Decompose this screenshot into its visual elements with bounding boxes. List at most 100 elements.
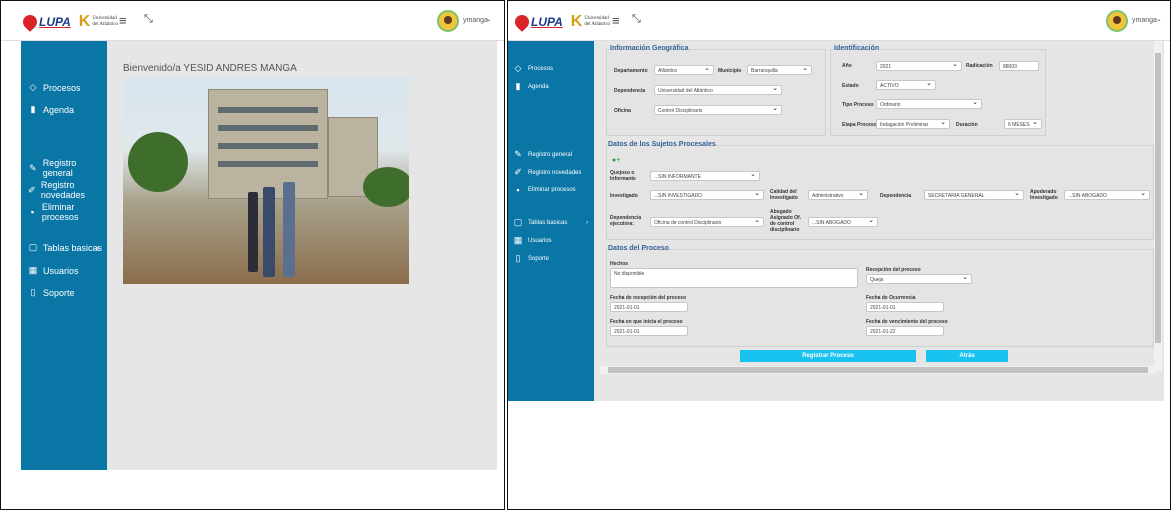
username[interactable]: ymanga <box>1132 17 1157 24</box>
diamond-icon: ◇ <box>29 82 37 92</box>
dep-ejecutora-select[interactable]: Oficina de control Disciplinario <box>650 217 764 227</box>
main-content: Bienvenido/a YESID ANDRES MANGA <box>107 41 497 470</box>
diamond-icon: ◇ <box>514 63 522 73</box>
edit-icon: ✎ <box>514 149 522 159</box>
sidebar-item-agenda[interactable]: ▮ Agenda <box>512 81 594 92</box>
quejoso-select[interactable]: ...SIN INFORMANTE <box>650 171 760 181</box>
add-user-icon[interactable]: ●+ <box>612 157 620 164</box>
book-icon: ▮ <box>30 104 36 114</box>
trash-icon: ▪ <box>516 185 520 195</box>
form-screenshot-panel: LUPA K Universidad del Atlántico ≡ ⤡ yma… <box>507 0 1171 510</box>
pin-icon <box>512 12 532 32</box>
dependencia-select[interactable]: Universidad del Atlántico <box>654 85 782 95</box>
sidebar-item-usuarios[interactable]: ▦ Usuarios <box>512 235 594 246</box>
file-icon: ▢ <box>28 242 38 252</box>
dependencia-investigado-label: Dependencia <box>880 193 912 199</box>
table-icon: ▦ <box>513 235 523 245</box>
departamento-select[interactable]: Atlántico <box>654 65 714 75</box>
sidebar-item-soporte[interactable]: ▯ Soporte <box>512 253 594 264</box>
dep-ejecutora-label: Dependencia ejecutora: <box>610 215 642 227</box>
sidebar-item-usuarios[interactable]: ▦ Usuarios <box>27 265 107 276</box>
menu-toggle-icon[interactable]: ≡ <box>612 13 620 28</box>
chevron-down-icon[interactable]: ⌄ <box>486 15 492 23</box>
sidebar-item-procesos[interactable]: ◇ Procesos <box>27 82 107 93</box>
sidebar-item-tablas-basicas[interactable]: ▢ Tablas basicas › <box>27 242 107 253</box>
municipio-label: Municipio <box>718 68 742 74</box>
sidebar-item-eliminar-procesos[interactable]: ▪ Eliminar procesos <box>512 185 594 195</box>
etapa-select[interactable]: Indagación Preliminar <box>876 119 950 129</box>
sidebar-item-registro-general[interactable]: ✎ Registro general <box>512 149 594 160</box>
quejoso-label: Quejoso o Informante <box>610 170 636 182</box>
sujetos-legend: Datos de los Sujetos Procesales <box>608 141 716 148</box>
chevron-right-icon: › <box>96 242 99 253</box>
fecha-vencimiento-label: Fecha de vencimiento del proceso <box>866 319 948 325</box>
tipo-label: Tipo Proceso <box>842 102 874 108</box>
fecha-vencimiento-input[interactable]: 2021-01-22 <box>866 326 944 336</box>
hechos-textarea[interactable]: No disponible <box>610 268 858 288</box>
anio-select[interactable]: 2021 <box>876 61 962 71</box>
geo-legend: Información Geográfica <box>610 45 689 52</box>
radicacion-input[interactable]: 88003 <box>999 61 1039 71</box>
sidebar-item-agenda[interactable]: ▮ Agenda <box>27 104 107 115</box>
oficina-select[interactable]: Control Disciplinario <box>654 105 782 115</box>
table-icon: ▦ <box>28 265 38 275</box>
edit-icon: ✎ <box>29 162 37 173</box>
scroll-thumb[interactable] <box>1155 53 1161 343</box>
sidebar-item-procesos[interactable]: ◇ Procesos <box>512 63 594 74</box>
calidad-select[interactable]: Administrativo <box>808 190 868 200</box>
avatar[interactable] <box>437 10 459 32</box>
etapa-label: Etapa Proceso <box>842 122 877 128</box>
app-logo: LUPA K Universidad del Atlántico <box>512 12 611 32</box>
fecha-recepcion-input[interactable]: 2021-01-01 <box>610 302 688 312</box>
sidebar-section-header <box>27 49 107 58</box>
sidebar-item-registro-general[interactable]: ✎ Registro general <box>27 158 107 178</box>
book-icon: ▮ <box>515 81 521 91</box>
university-logo: K Universidad del Atlántico <box>78 13 119 30</box>
duracion-select[interactable]: 6 MESES <box>1004 119 1042 129</box>
investigado-select[interactable]: ...SIN INVESTIGADO <box>650 190 764 200</box>
ident-legend: Identificación <box>834 45 880 52</box>
fecha-ocurrencia-input[interactable]: 2021-01-01 <box>866 302 944 312</box>
back-button[interactable]: Atrás <box>926 350 1008 362</box>
estado-select[interactable]: ACTIVO <box>876 80 936 90</box>
pin-icon <box>20 12 40 32</box>
horizontal-scrollbar[interactable] <box>600 366 1156 374</box>
collapse-icon[interactable]: ⤡ <box>144 13 153 26</box>
avatar[interactable] <box>1106 10 1128 32</box>
doc-icon: ▯ <box>515 253 521 263</box>
duracion-label: Duración <box>956 122 978 128</box>
collapse-icon[interactable]: ⤡ <box>632 13 641 26</box>
proceso-legend: Datos del Proceso <box>608 245 670 252</box>
username[interactable]: ymanga <box>463 17 488 24</box>
dependencia-investigado-select[interactable]: SECRETARIA GENERAL <box>924 190 1024 200</box>
campus-photo <box>123 77 409 284</box>
hechos-label: Hechos <box>610 261 629 267</box>
abogado-select[interactable]: ...SIN ABOGADO <box>808 217 878 227</box>
chevron-down-icon[interactable]: ⌄ <box>1156 15 1162 23</box>
sidebar-item-registro-novedades[interactable]: ✐ Registro novedades <box>512 167 594 178</box>
fecha-inicio-label: Fecha en que inicia el proceso <box>610 319 683 325</box>
recepcion-select[interactable]: Queja <box>866 274 972 284</box>
tipo-select[interactable]: Ordinario <box>876 99 982 109</box>
register-button[interactable]: Registrar Proceso <box>740 350 916 362</box>
fecha-inicio-input[interactable]: 2021-01-01 <box>610 326 688 336</box>
home-screenshot-panel: LUPA K Universidad del Atlántico ≡ ⤡ yma… <box>0 0 505 510</box>
sidebar-item-tablas-basicas[interactable]: ▢ Tablas basicas › <box>512 217 594 228</box>
doc-icon: ▯ <box>30 287 36 297</box>
app-logo: LUPA K Universidad del Atlántico <box>20 12 119 32</box>
sidebar-item-registro-novedades[interactable]: ✐ Registro novedades <box>27 180 107 200</box>
apoderado-label: Apoderado Investigado <box>1030 189 1058 201</box>
recepcion-label: Recepción del proceso <box>866 267 921 273</box>
trash-icon: ▪ <box>30 207 35 217</box>
scroll-thumb[interactable] <box>608 367 1148 373</box>
university-logo: K Universidad del Atlántico <box>570 13 611 30</box>
sidebar-item-eliminar-procesos[interactable]: ▪ Eliminar procesos <box>27 202 107 222</box>
anio-label: Año <box>842 63 852 69</box>
menu-toggle-icon[interactable]: ≡ <box>119 13 127 28</box>
sidebar: ◇ Procesos ▮ Agenda ✎ Registro general ✐… <box>508 41 594 401</box>
fecha-recepcion-label: Fecha de recepción del proceso <box>610 295 687 301</box>
sidebar-item-soporte[interactable]: ▯ Soporte <box>27 287 107 298</box>
municipio-select[interactable]: Barranquilla <box>747 65 812 75</box>
vertical-scrollbar[interactable] <box>1154 41 1162 371</box>
apoderado-select[interactable]: ...SIN ABOGADO <box>1064 190 1150 200</box>
